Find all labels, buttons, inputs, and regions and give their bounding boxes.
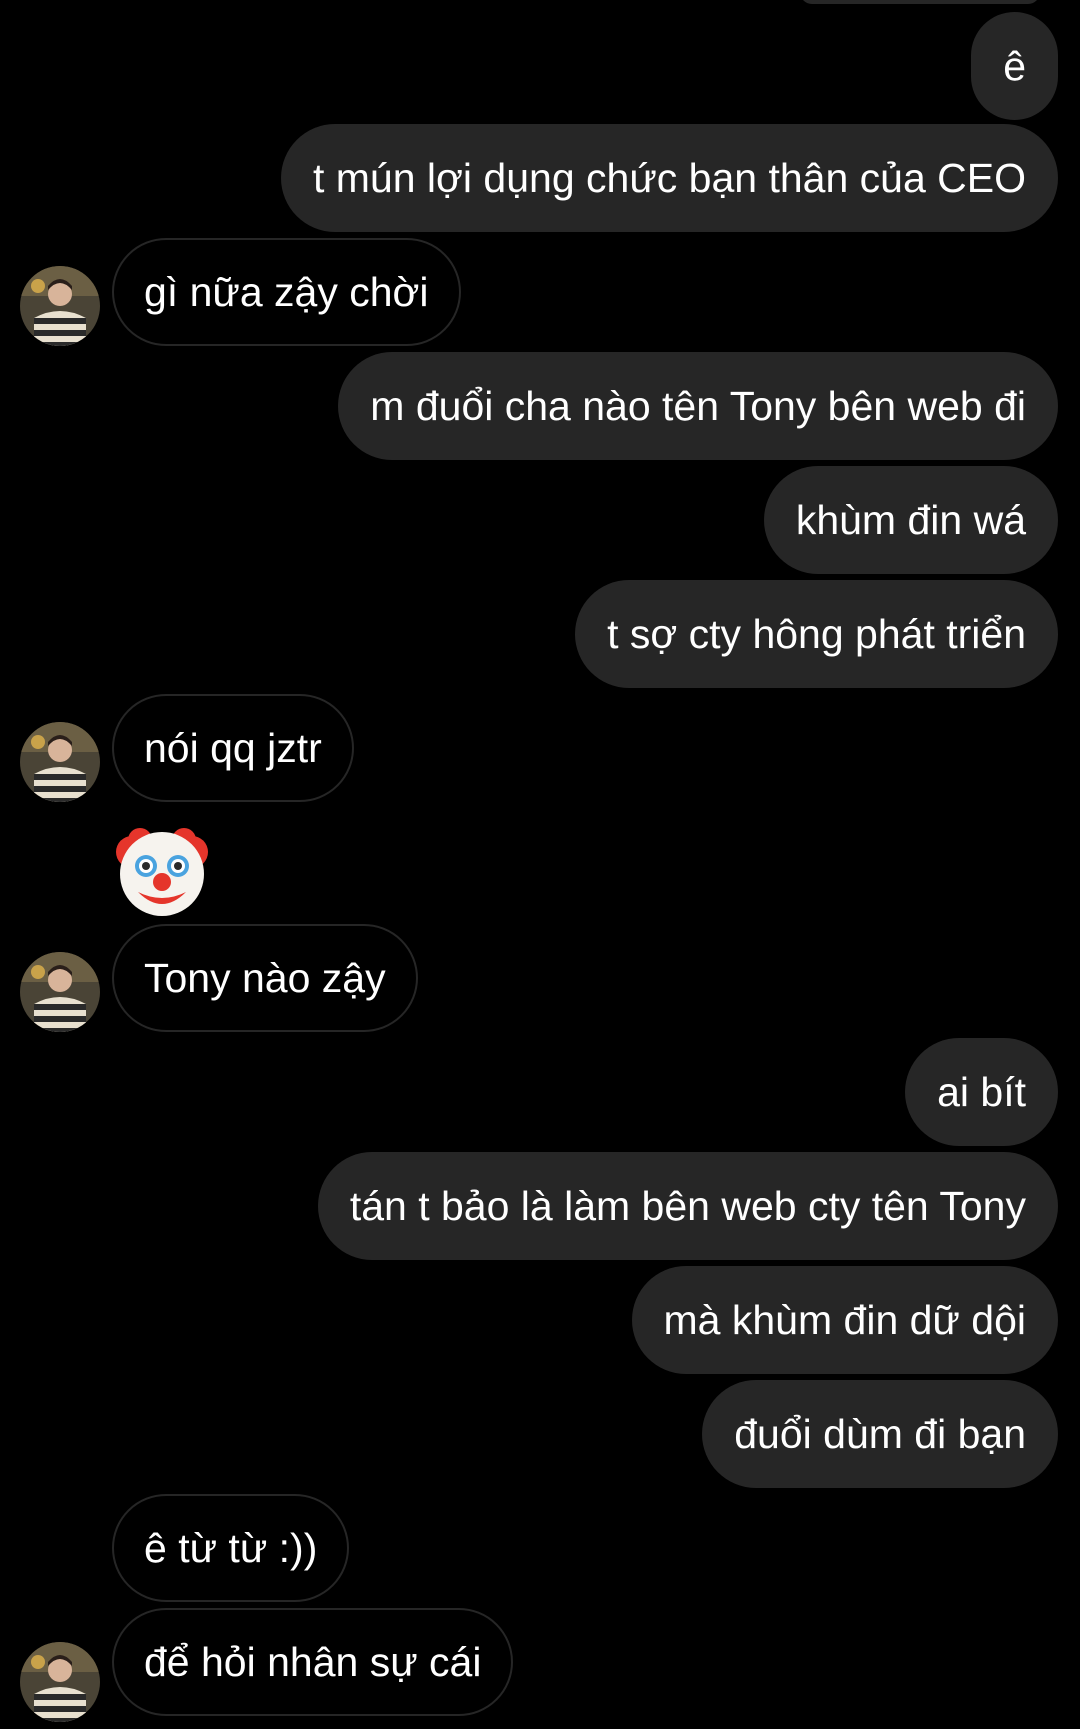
- incoming-message[interactable]: để hỏi nhân sự cái: [112, 1608, 514, 1716]
- outgoing-message[interactable]: khùm đin wá: [763, 466, 1058, 574]
- outgoing-message[interactable]: m đuổi cha nào tên Tony bên web đi: [338, 352, 1058, 460]
- outgoing-message[interactable]: mà khùm đin dữ dội: [631, 1266, 1058, 1374]
- clown-face-icon: [116, 828, 208, 916]
- avatar-photo: [20, 266, 100, 346]
- outgoing-message[interactable]: ê: [971, 12, 1058, 120]
- outgoing-message[interactable]: tán t bảo là làm bên web cty tên Tony: [317, 1152, 1058, 1260]
- chat-thread: ê t mún lợi dụng chức bạn thân của CEO g…: [0, 0, 1080, 1729]
- contact-avatar[interactable]: [20, 1642, 100, 1722]
- incoming-message[interactable]: nói qq jztr: [112, 694, 354, 802]
- contact-avatar[interactable]: [20, 266, 100, 346]
- clown-face-emoji[interactable]: [112, 820, 212, 920]
- incoming-message[interactable]: Tony nào zậy: [112, 924, 418, 1032]
- contact-avatar[interactable]: [20, 722, 100, 802]
- previous-message-bubble[interactable]: [800, 0, 1040, 4]
- outgoing-message[interactable]: t mún lợi dụng chức bạn thân của CEO: [281, 124, 1058, 232]
- outgoing-message[interactable]: ai bít: [905, 1038, 1058, 1146]
- outgoing-message[interactable]: t sợ cty hông phát triển: [575, 580, 1058, 688]
- avatar-photo: [20, 722, 100, 802]
- incoming-message[interactable]: ê từ từ :)): [112, 1494, 350, 1602]
- contact-avatar[interactable]: [20, 952, 100, 1032]
- outgoing-message[interactable]: đuổi dùm đi bạn: [702, 1380, 1058, 1488]
- avatar-photo: [20, 952, 100, 1032]
- incoming-message[interactable]: gì nữa zậy chời: [112, 238, 461, 346]
- avatar-photo: [20, 1642, 100, 1722]
